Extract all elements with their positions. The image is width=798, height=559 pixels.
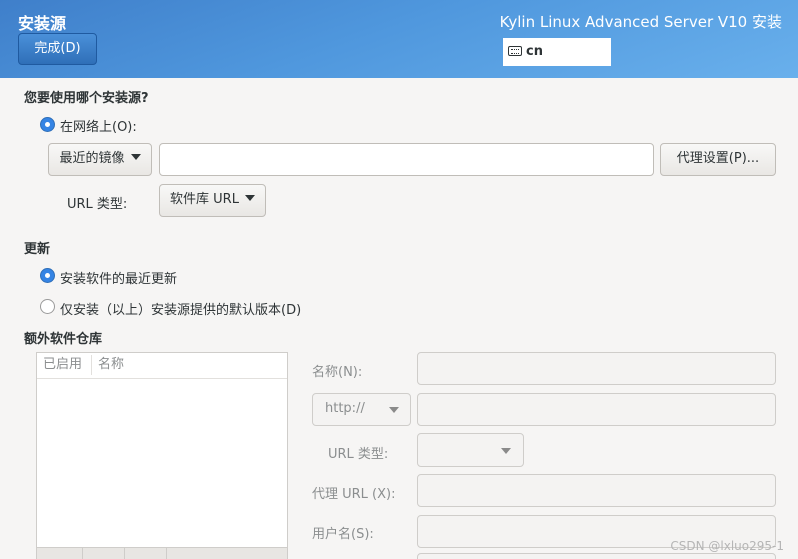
repo-list[interactable]: 已启用 名称 <box>36 352 288 559</box>
repo-list-header: 已启用 名称 <box>37 353 287 379</box>
url-type-label: URL 类型: <box>67 197 128 212</box>
repo-name-label: 名称(N): <box>312 365 363 380</box>
reset-repo-button[interactable] <box>125 548 167 559</box>
network-radio[interactable] <box>40 117 55 132</box>
updates-default-label: 仅安装（以上）安装源提供的默认版本(D) <box>60 303 302 318</box>
repo-url-type-label: URL 类型: <box>328 447 389 462</box>
chevron-down-icon <box>501 448 511 454</box>
updates-default-radio[interactable] <box>40 299 55 314</box>
source-question-heading: 您要使用哪个安装源? <box>24 91 149 106</box>
updates-latest-label: 安装软件的最近更新 <box>60 272 178 287</box>
url-type-dropdown[interactable]: 软件库 URL <box>159 184 266 217</box>
network-radio-label: 在网络上(O): <box>60 120 137 135</box>
chevron-down-icon <box>130 154 141 160</box>
repo-list-toolbar <box>36 547 288 559</box>
repo-protocol-dropdown[interactable]: http:// <box>312 393 411 426</box>
mirror-dropdown[interactable]: 最近的镜像 <box>48 143 152 176</box>
updates-heading: 更新 <box>24 242 51 257</box>
url-input[interactable] <box>159 143 654 176</box>
repo-protocol-label: http:// <box>325 401 365 416</box>
repo-name-input[interactable] <box>417 352 776 385</box>
chevron-down-icon <box>389 407 399 413</box>
keyboard-layout-label: cn <box>526 44 543 59</box>
repo-url-type-dropdown[interactable] <box>417 433 524 467</box>
repo-password-input[interactable] <box>417 553 776 559</box>
extra-repos-heading: 额外软件仓库 <box>24 332 103 347</box>
add-repo-button[interactable] <box>37 548 83 559</box>
repo-username-label: 用户名(S): <box>312 527 374 542</box>
remove-repo-button[interactable] <box>83 548 125 559</box>
repo-proxy-url-input[interactable] <box>417 474 776 507</box>
header-bar: 安装源 完成(D) Kylin Linux Advanced Server V1… <box>0 0 798 78</box>
mirror-dropdown-label: 最近的镜像 <box>59 151 125 166</box>
install-source-page: 安装源 完成(D) Kylin Linux Advanced Server V1… <box>0 0 798 559</box>
keyboard-icon <box>508 46 522 56</box>
repo-url-input[interactable] <box>417 393 776 426</box>
watermark: CSDN @lxluo295-1 <box>670 539 784 553</box>
page-title: 安装源 <box>18 14 67 33</box>
keyboard-layout-indicator[interactable]: cn <box>503 38 611 66</box>
column-divider <box>91 355 92 375</box>
updates-latest-radio[interactable] <box>40 268 55 283</box>
proxy-settings-button[interactable]: 代理设置(P)... <box>660 143 776 176</box>
product-title: Kylin Linux Advanced Server V10 安装 <box>499 13 782 31</box>
chevron-down-icon <box>244 195 255 201</box>
repo-proxy-url-label: 代理 URL (X): <box>312 487 396 502</box>
column-enabled[interactable]: 已启用 <box>43 353 82 377</box>
done-button[interactable]: 完成(D) <box>18 33 97 65</box>
url-type-dropdown-label: 软件库 URL <box>170 192 239 207</box>
column-name[interactable]: 名称 <box>98 353 124 377</box>
